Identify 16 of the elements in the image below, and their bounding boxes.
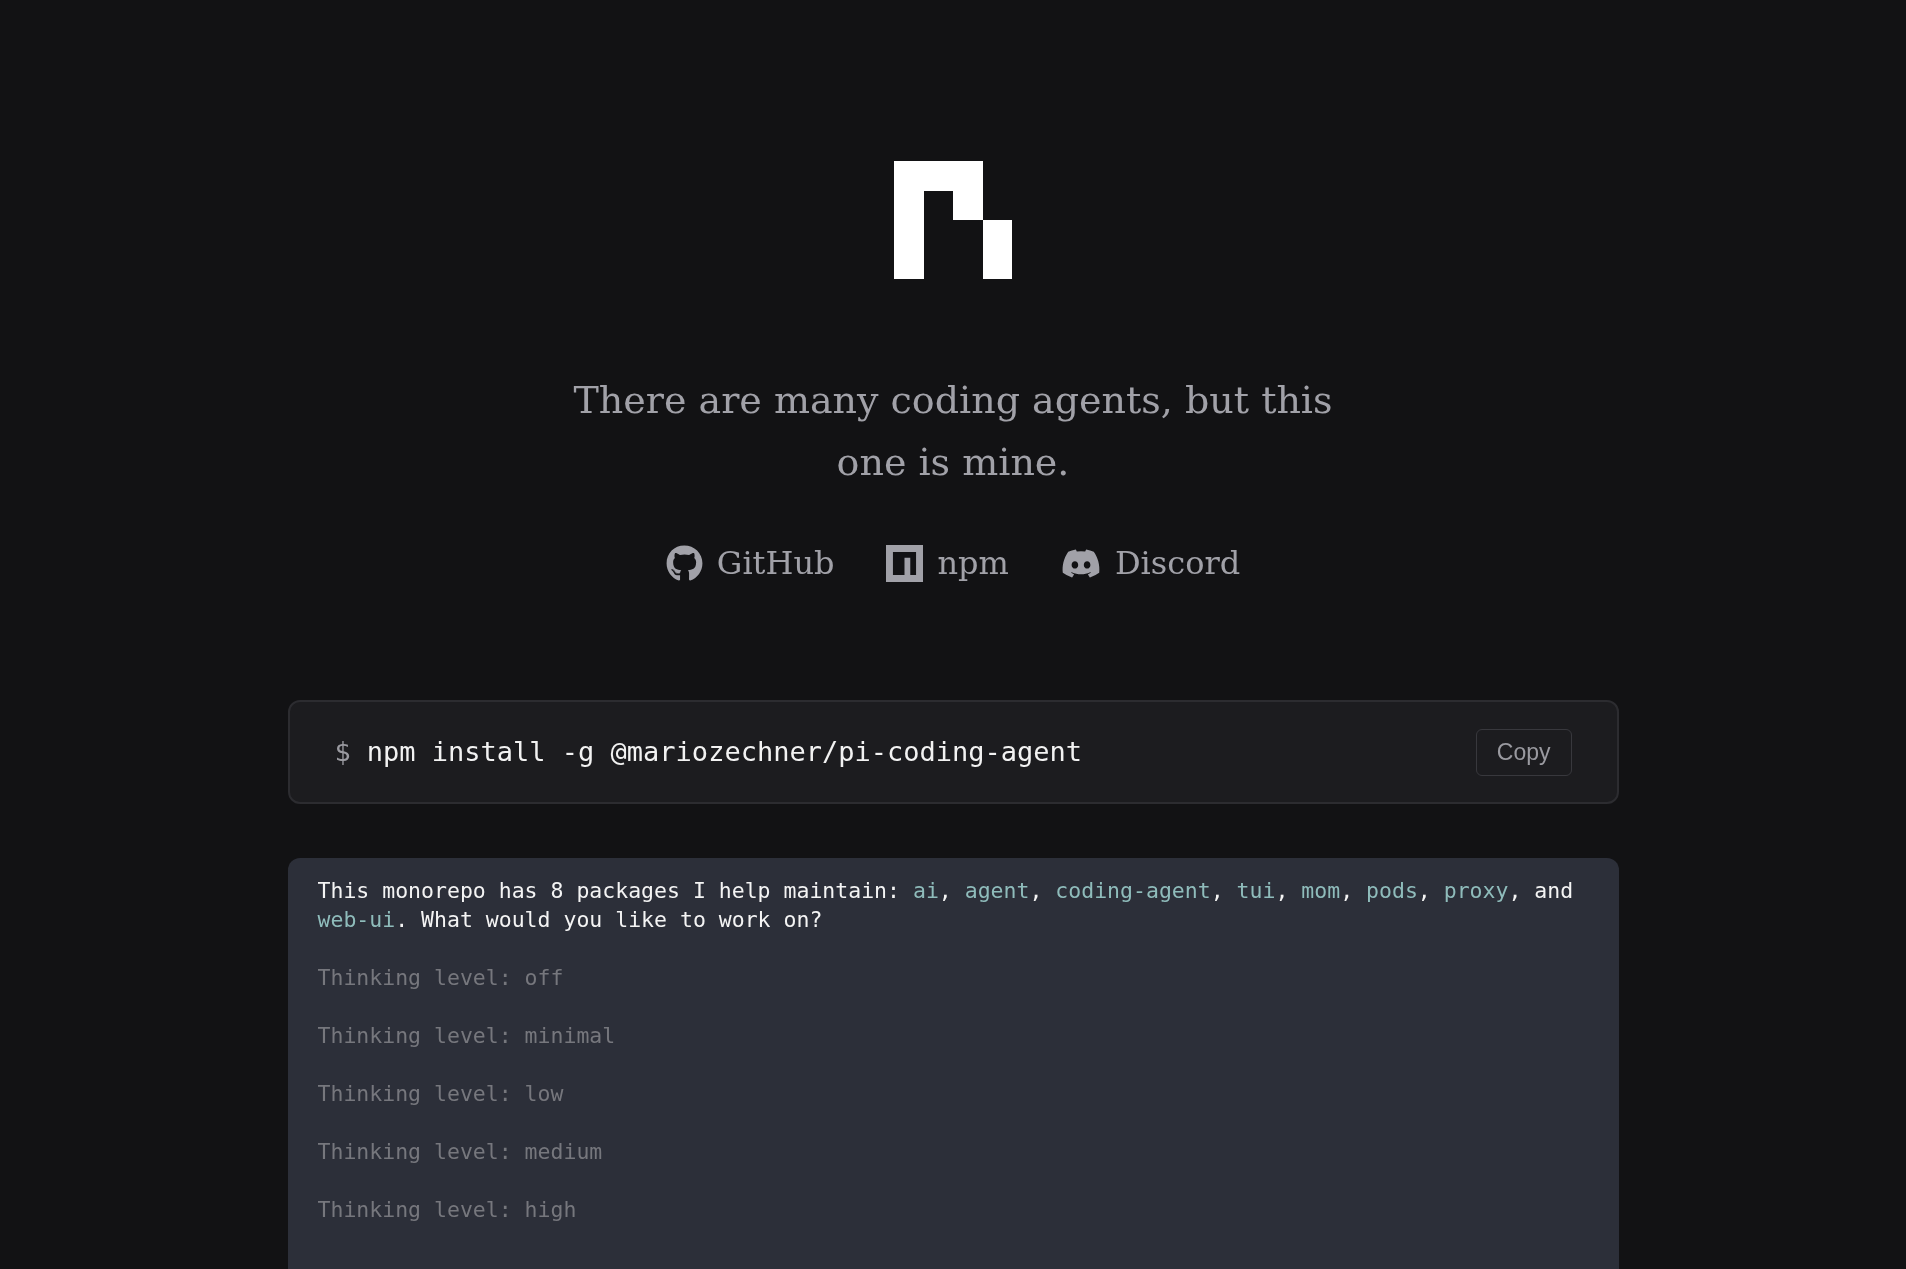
status-line: Thinking level: medium [317, 1138, 604, 1166]
nav-link[interactable]: Discord [1060, 539, 1241, 587]
status-line: Thinking level: minimal [317, 1022, 617, 1050]
nav-link[interactable]: npm [886, 539, 1009, 587]
prompt-symbol: $ [334, 734, 351, 769]
nav-link[interactable]: GitHub [665, 539, 835, 587]
install-command: npm install -g @mariozechner/pi-coding-agent [366, 734, 1082, 769]
assistant-message: This monorepo has 8 packages I help maintain: ai, agent, coding-agent, tui, mom, pods, proxy, and web-ui. What would you like to work on? [317, 877, 1575, 934]
npm-icon [886, 544, 924, 582]
status-line: Thinking level: off [317, 964, 565, 992]
status-line: Thinking level: low [317, 1080, 565, 1108]
logo-icon [894, 161, 1012, 279]
status-line: Thinking level: high [317, 1196, 578, 1224]
github-icon [665, 544, 703, 582]
copy-button[interactable]: Copy [1475, 728, 1572, 776]
tagline: There are many coding agents, but this one is mine. [572, 377, 1334, 486]
